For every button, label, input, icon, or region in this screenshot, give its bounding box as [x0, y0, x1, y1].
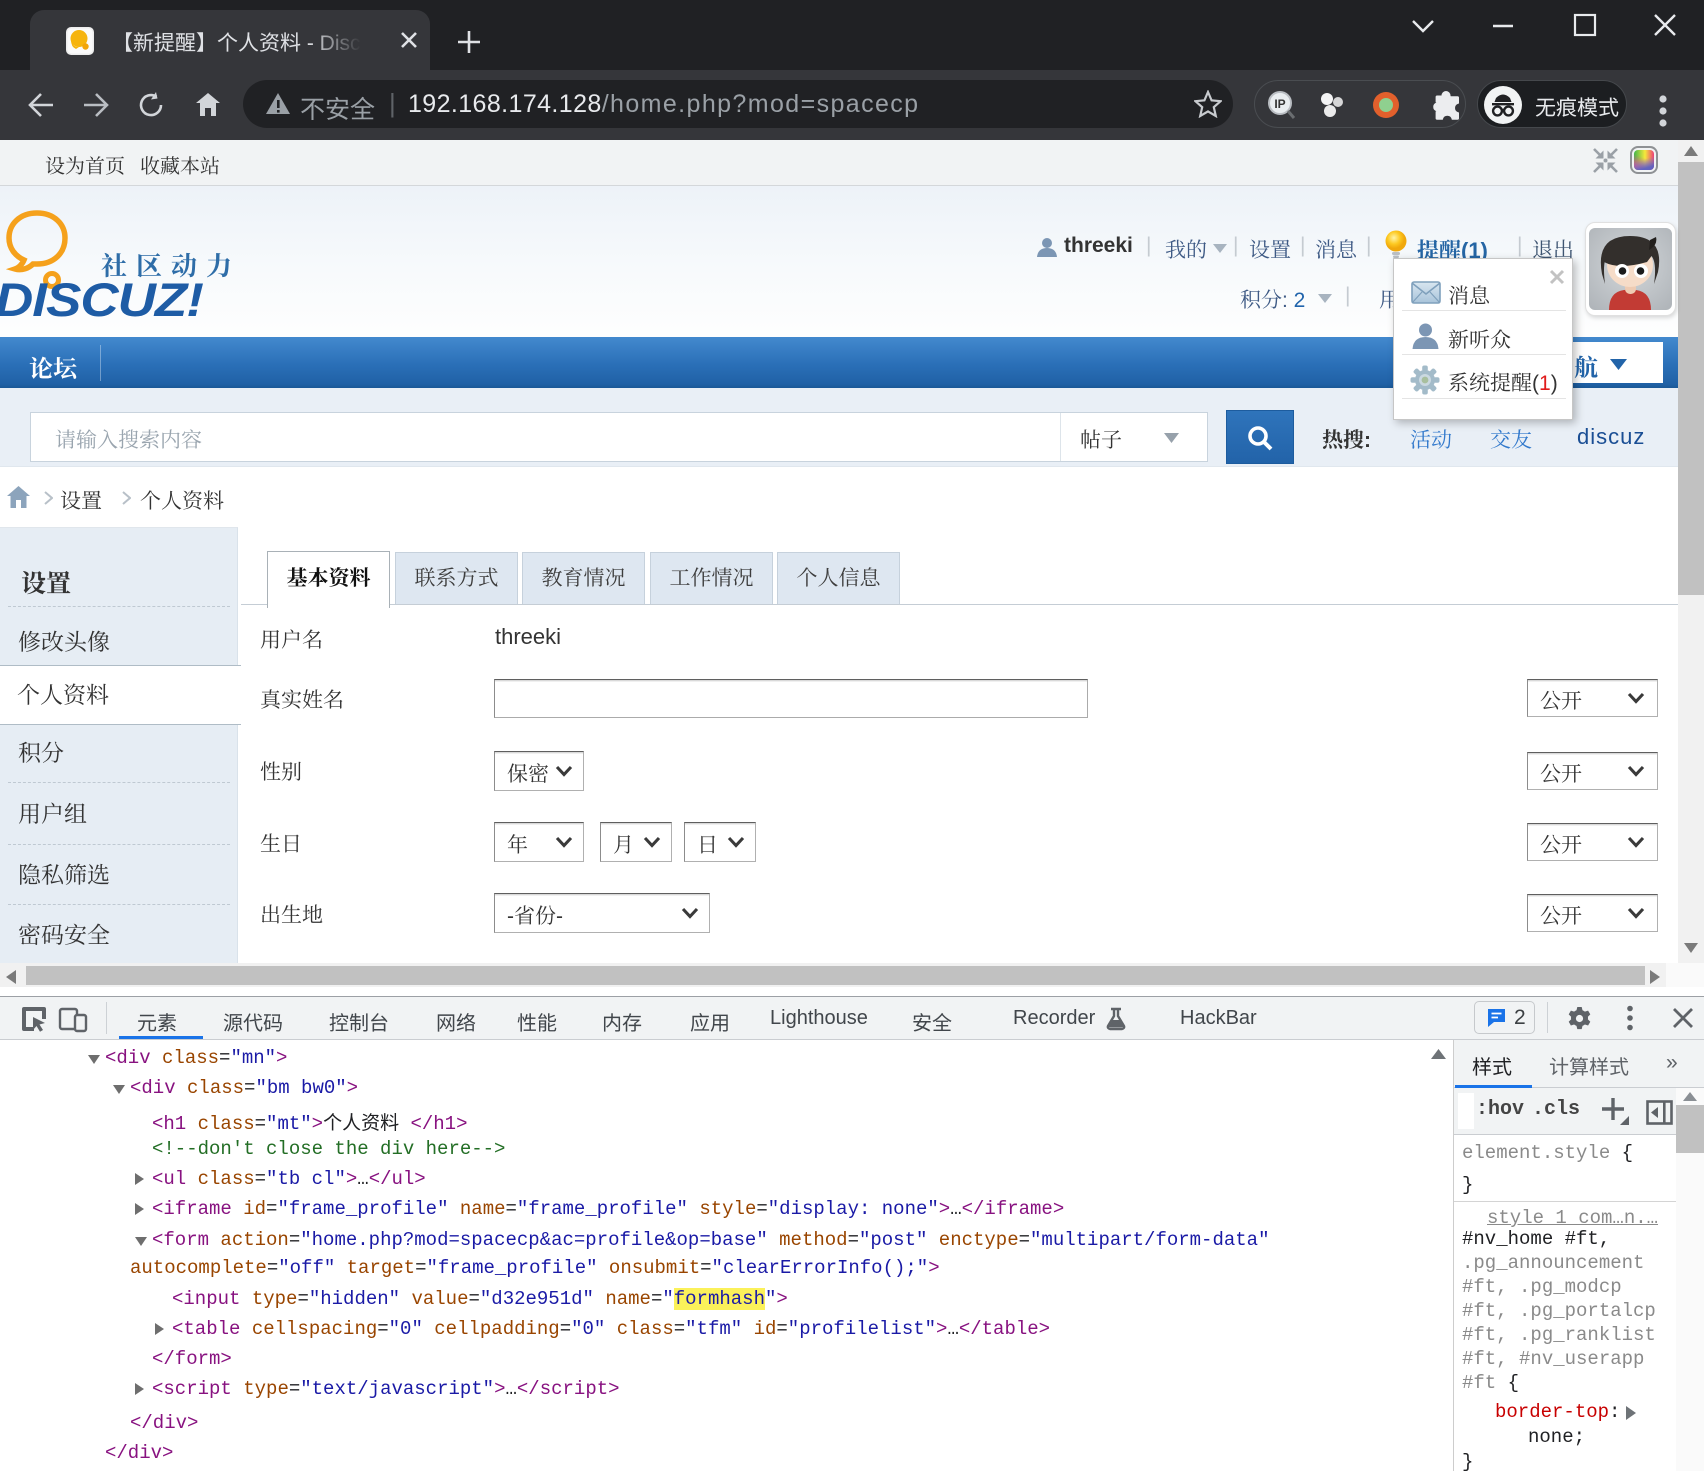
svg-text:IP: IP: [1274, 97, 1285, 111]
